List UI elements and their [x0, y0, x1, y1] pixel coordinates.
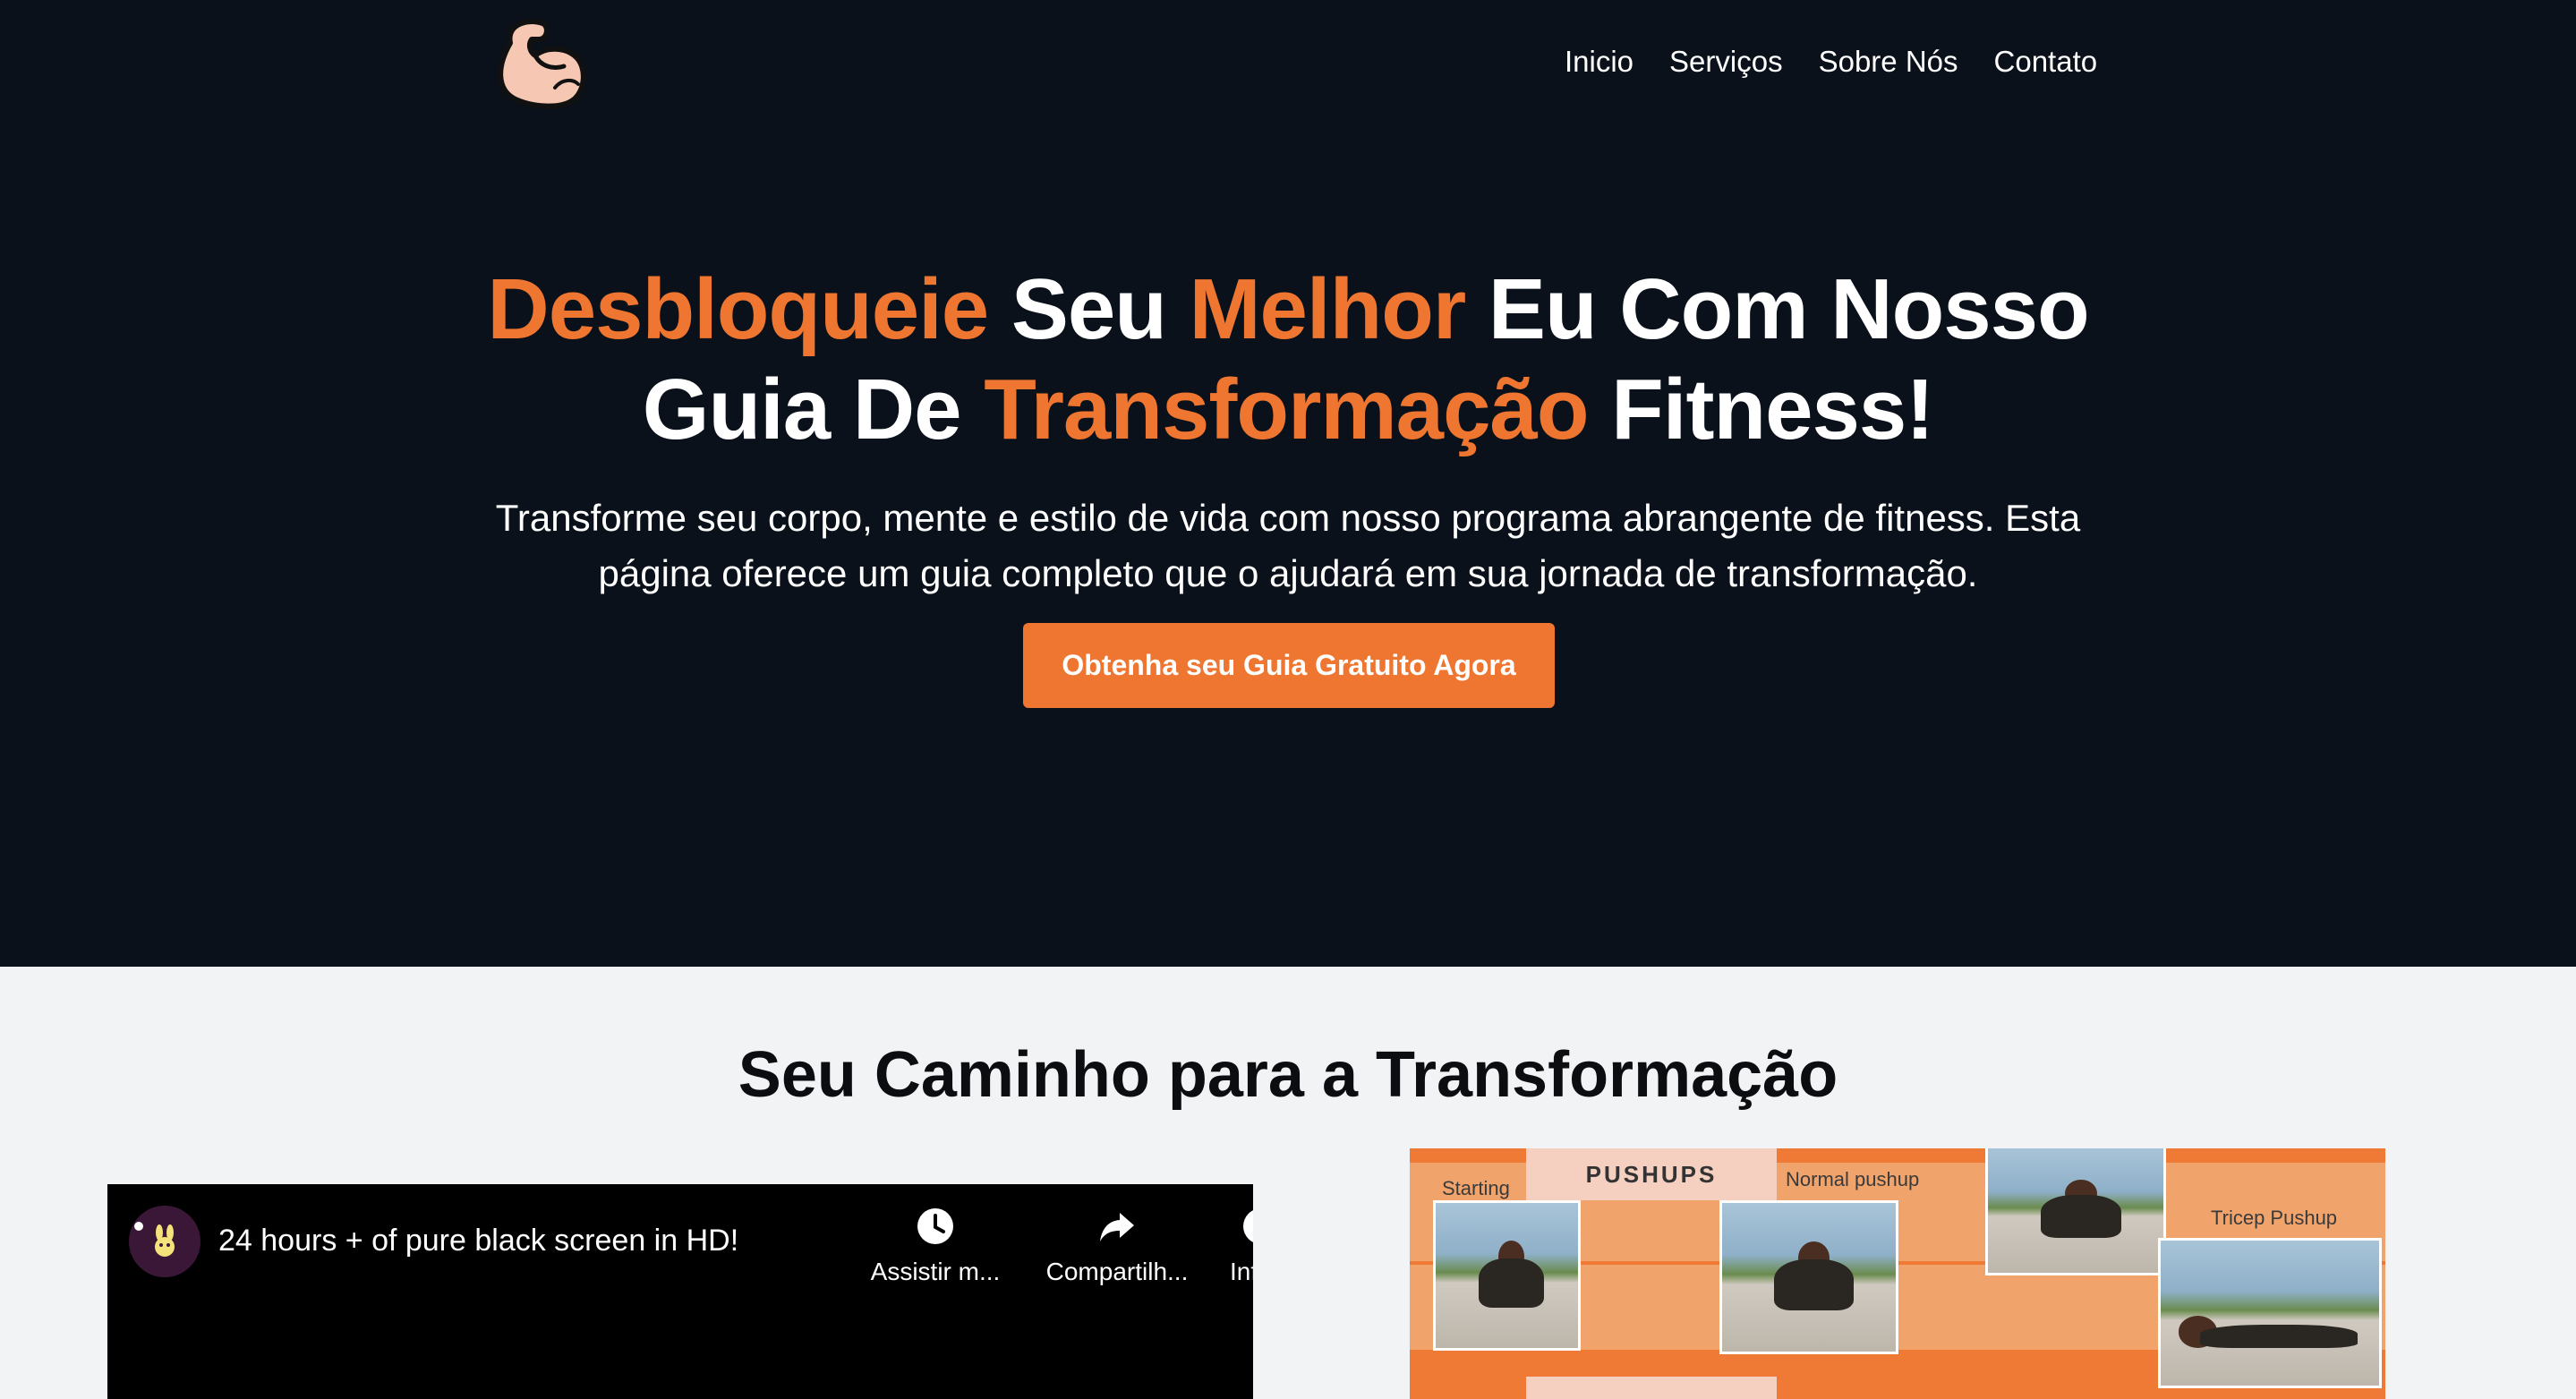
pushup-photo-high — [1985, 1148, 2166, 1275]
share-label: Compartilh... — [1045, 1258, 1189, 1285]
channel-avatar[interactable] — [129, 1206, 200, 1277]
main-nav: Inicio Serviços Sobre Nós Contato — [1565, 45, 2097, 79]
hero-title: Desbloqueie Seu Melhor Eu Com Nosso Guia… — [0, 260, 2576, 460]
info-label: Info... — [1229, 1258, 1253, 1285]
caption-normal-pushup: Normal pushup — [1786, 1168, 1920, 1190]
share-button[interactable]: Compartilh... — [1041, 1206, 1193, 1286]
hero-section: Inicio Serviços Sobre Nós Contato Desblo… — [0, 0, 2576, 967]
nav-item-sobre-nos[interactable]: Sobre Nós — [1819, 45, 1958, 79]
avatar-dot — [134, 1222, 143, 1231]
caption-starting: Starting — [1442, 1177, 1510, 1199]
pushups-image: PUSHUPS Starting Normal pushup Tricep Pu… — [1410, 1148, 2385, 1399]
share-arrow-icon — [1100, 1213, 1134, 1241]
pushup-photo-starting — [1433, 1200, 1581, 1351]
hero-title-line-2: Guia De Transformação Fitness! — [642, 362, 1934, 457]
hero-title-word: Transformação — [984, 362, 1589, 457]
info-icon — [1243, 1210, 1253, 1242]
info-button[interactable]: Info... — [1212, 1206, 1253, 1286]
image-label-box — [1526, 1377, 1777, 1399]
hero-title-word: Fitness! — [1588, 362, 1934, 457]
clock-icon — [917, 1208, 953, 1244]
pushup-photo-tricep — [2158, 1238, 2382, 1388]
nav-item-inicio[interactable]: Inicio — [1565, 45, 1633, 79]
nav-item-contato[interactable]: Contato — [1994, 45, 2098, 79]
hero-title-word: Guia De — [642, 362, 985, 457]
person-shape — [1774, 1259, 1855, 1310]
nav-item-servicos[interactable]: Serviços — [1669, 45, 1783, 79]
person-shape — [1478, 1258, 1544, 1308]
get-free-guide-button[interactable]: Obtenha seu Guia Gratuito Agora — [1023, 623, 1555, 708]
watch-later-button[interactable]: Assistir m... — [859, 1206, 1011, 1286]
caption-tricep-pushup: Tricep Pushup — [2211, 1207, 2338, 1229]
video-embed[interactable]: 24 hours + of pure black screen in HD! A… — [107, 1184, 1253, 1399]
pushups-heading: PUSHUPS — [1526, 1148, 1777, 1200]
hero-title-word: Desbloqueie — [487, 261, 989, 357]
section-title: Seu Caminho para a Transformação — [738, 1039, 1838, 1111]
video-title[interactable]: 24 hours + of pure black screen in HD! — [218, 1224, 738, 1258]
pushup-photo-normal — [1719, 1200, 1898, 1354]
person-shape — [2199, 1324, 2358, 1348]
hero-subtitle: Transforme seu corpo, mente e estilo de … — [495, 497, 2081, 594]
hero-title-word: Melhor — [1189, 261, 1467, 357]
watch-later-label: Assistir m... — [870, 1258, 1001, 1285]
hero-title-word: Seu — [988, 261, 1190, 357]
person-shape — [2040, 1195, 2121, 1238]
rabbit-icon — [155, 1224, 175, 1257]
hero-title-word: Eu Com Nosso — [1465, 261, 2090, 357]
hero-title-line-1: Desbloqueie Seu Melhor Eu Com Nosso — [487, 261, 2090, 357]
flexed-bicep-icon[interactable] — [490, 16, 591, 111]
